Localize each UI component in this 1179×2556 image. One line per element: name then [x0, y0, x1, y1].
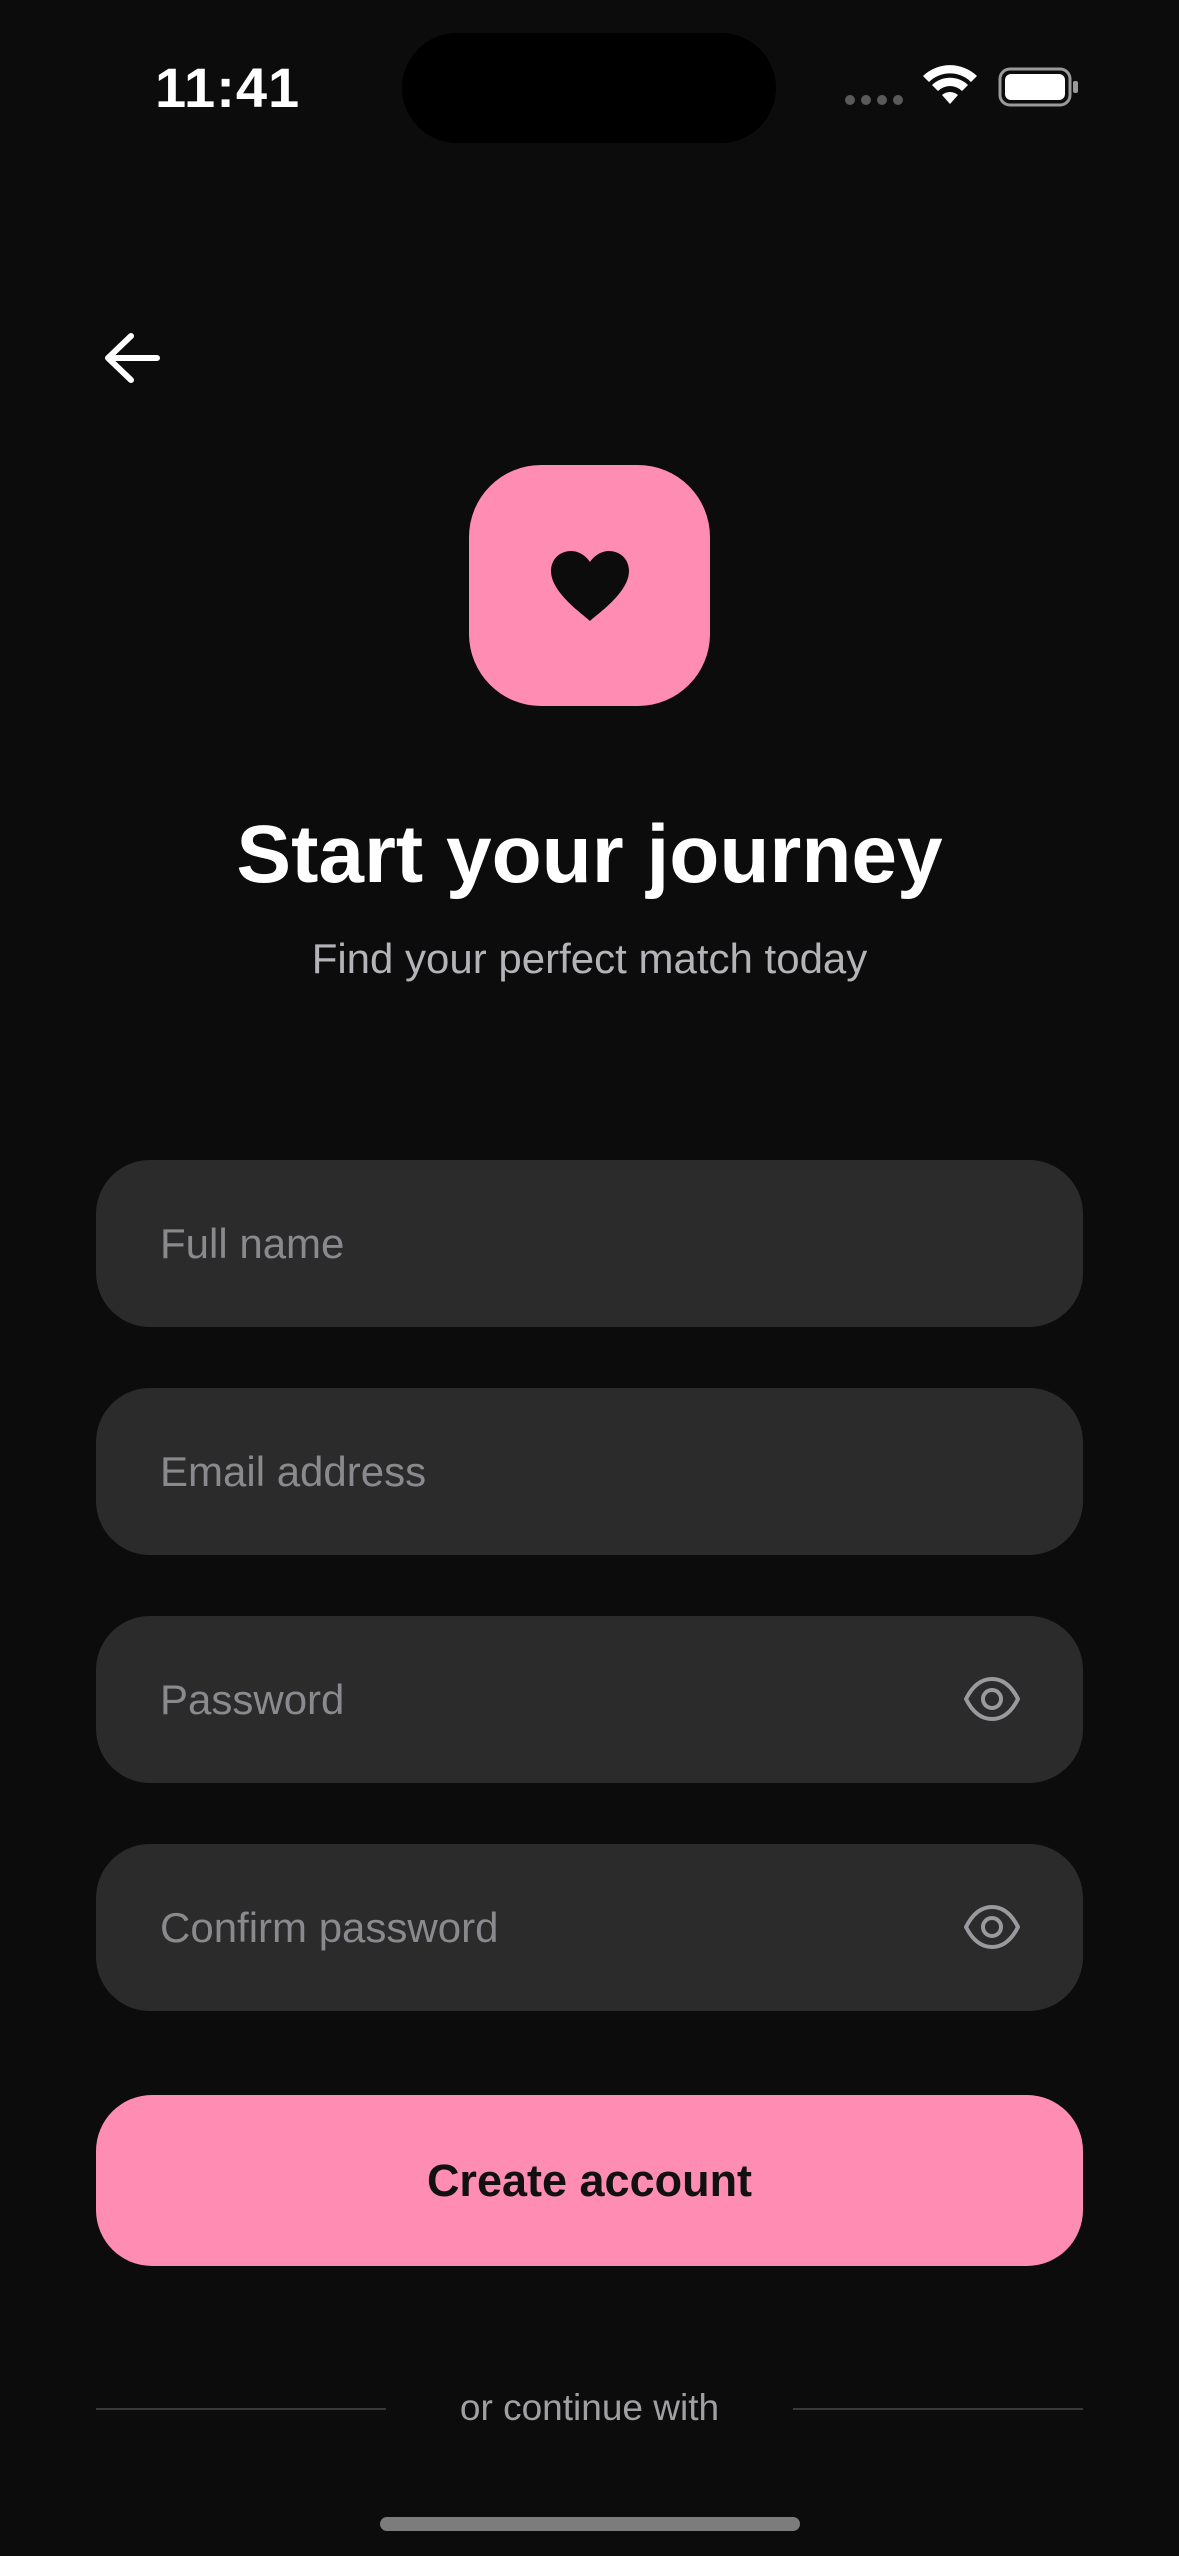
status-time: 11:41 [155, 56, 301, 119]
dynamic-island [402, 33, 776, 143]
back-button[interactable] [92, 318, 172, 398]
page-title: Start your journey [236, 809, 943, 900]
divider-line-right [793, 2408, 1083, 2410]
confirm-password-input[interactable] [160, 1844, 940, 2011]
app-logo [469, 465, 710, 706]
wifi-icon [923, 65, 977, 104]
full-name-input[interactable] [160, 1160, 940, 1327]
full-name-field[interactable] [96, 1160, 1083, 1327]
show-password-eye-icon[interactable] [963, 1674, 1021, 1724]
cellular-signal-icon [845, 95, 905, 107]
email-input[interactable] [160, 1388, 940, 1555]
arrow-left-icon [105, 333, 160, 383]
signup-screen: 11:41 Start your journey Find your perfe… [0, 0, 1179, 2556]
page-subtitle: Find your perfect match today [311, 935, 868, 982]
confirm-password-field[interactable] [96, 1844, 1083, 2011]
home-indicator[interactable] [380, 2517, 800, 2531]
email-field[interactable] [96, 1388, 1083, 1555]
battery-icon [998, 67, 1078, 107]
show-confirm-password-eye-icon[interactable] [963, 1902, 1021, 1952]
password-field[interactable] [96, 1616, 1083, 1783]
password-input[interactable] [160, 1616, 940, 1783]
create-account-button[interactable]: Create account [96, 2095, 1083, 2266]
heart-icon [550, 550, 629, 621]
